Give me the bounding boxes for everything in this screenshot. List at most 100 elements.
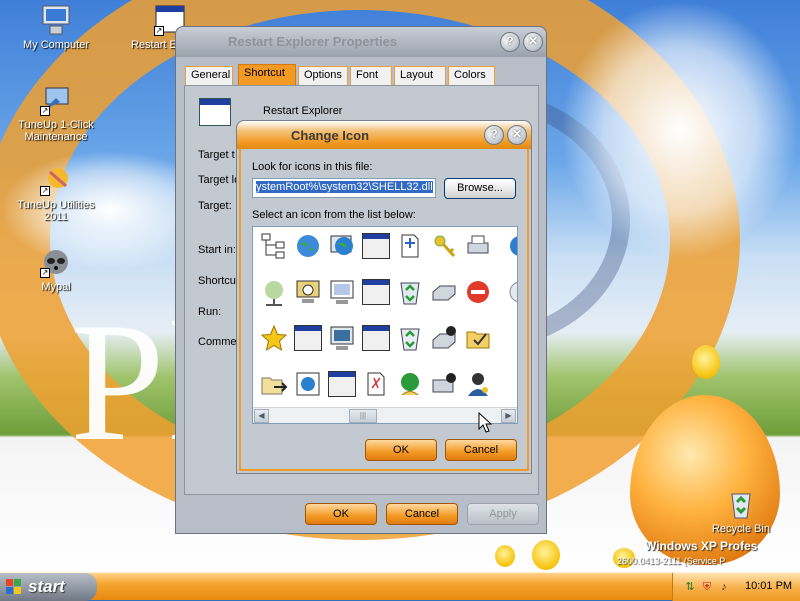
start-in-label: Start in: [198,244,236,256]
ok-button[interactable]: OK [365,439,437,461]
mouse-cursor-icon [478,412,492,433]
window-tiles-icon[interactable] [359,275,393,309]
wallpaper-cloud [560,0,800,260]
no-entry-icon[interactable] [461,275,495,309]
folder-check-icon[interactable] [461,321,495,355]
shortcut-arrow-icon: ↗ [40,106,50,116]
network-tray-icon[interactable]: ⇅ [683,580,697,594]
shortcut-arrow-icon: ↗ [40,186,50,196]
partial2-icon[interactable] [495,367,517,401]
window-gear-icon[interactable] [291,321,325,355]
ok-button[interactable]: OK [305,503,377,525]
scroll-right-button[interactable]: ▶ [501,409,516,423]
monitor-cd-icon[interactable] [291,275,325,309]
help-button[interactable]: ? [500,32,520,52]
volume-icon[interactable]: ♪ [717,580,731,594]
close-button[interactable]: ✕ [507,125,527,145]
apply-button[interactable]: Apply [467,503,539,525]
window-grid-icon[interactable] [325,367,359,401]
cancel-button[interactable]: Cancel [386,503,458,525]
properties-title: Restart Explorer Properties [228,34,398,49]
system-tray: ⇅ ⛨ ♪ 10:01 PM [672,573,800,601]
desktop-icon-tuneup-maintenance[interactable]: ↗ TuneUp 1-Click Maintenance [16,84,96,143]
cancel-button[interactable]: Cancel [445,439,517,461]
recycle-bin-icon [725,488,757,520]
recycle-empty-icon[interactable] [393,321,427,355]
look-for-label: Look for icons in this file: [252,161,373,173]
drive-icon[interactable] [427,275,461,309]
raccoon-icon: ↗ [40,246,72,278]
desktop-icon-label: My Computer [22,39,90,51]
browse-button[interactable]: Browse... [444,178,516,199]
tab-general[interactable]: General [185,66,233,85]
drive-check-icon[interactable] [427,321,461,355]
clock[interactable]: 10:01 PM [745,580,792,592]
tab-layout[interactable]: Layout [394,66,446,85]
icon-file-input[interactable]: ystemRoot%\system32\SHELL32.dll [252,178,436,198]
shortcut-arrow-icon: ↗ [40,268,50,278]
computer-icon [40,4,72,36]
keys-icon[interactable] [427,229,461,263]
chick-image [532,540,560,570]
target-type-label: Target t [198,149,235,161]
windows-flag-icon [6,579,22,594]
start-button[interactable]: start [0,573,97,601]
desktop-icon-recycle-bin[interactable]: Recycle Bin [701,488,781,535]
monitor-window-icon[interactable] [325,275,359,309]
tab-font[interactable]: Font [350,66,392,85]
target-label: Target: [198,200,232,212]
desktop-icon-label: TuneUp Utilities 2011 [17,199,95,223]
chick-image [692,345,720,379]
desktop-icon-my-computer[interactable]: My Computer [16,4,96,51]
shortcut-key-label: Shortcu [198,275,236,287]
change-icon-titlebar[interactable]: Change Icon ? ✕ [237,121,531,149]
scroll-left-button[interactable]: ◀ [254,409,269,423]
desktop-icon-label: Mypal [41,281,71,293]
shortcut-arrow-icon: ↗ [154,26,164,36]
globe-icon[interactable] [291,229,325,263]
close-button[interactable]: ✕ [523,32,543,52]
sparkle-file-icon[interactable] [359,367,393,401]
printer-icon[interactable] [461,229,495,263]
chick-image [495,545,515,567]
window-list-icon[interactable] [359,229,393,263]
properties-titlebar[interactable]: Restart Explorer Properties ? ✕ [176,27,546,57]
scroll-thumb[interactable]: ||| [349,409,377,423]
sparkle-doc-icon[interactable] [393,229,427,263]
monitor-icon[interactable] [325,321,359,355]
tab-options[interactable]: Options [298,66,348,85]
tab-colors[interactable]: Colors [448,66,495,85]
start-label: start [28,577,65,596]
shortcut-name: Restart Explorer [263,105,343,117]
help-button[interactable]: ? [484,125,504,145]
network-globe-icon[interactable] [325,229,359,263]
tuneup-maintenance-icon: ↗ [40,84,72,116]
taskbar: start ⇅ ⛨ ♪ 10:01 PM [0,572,800,601]
network-tree-icon[interactable] [257,229,291,263]
run-label: Run: [198,306,222,318]
tuneup-utilities-icon: ↗ [40,164,72,196]
desktop-icon-label: TuneUp 1-Click Maintenance [18,119,94,143]
globe-network-icon[interactable] [257,275,291,309]
network-check-icon[interactable] [427,367,461,401]
partial-icon[interactable] [495,321,517,355]
picture-globe-icon[interactable] [291,367,325,401]
desktop-icon-label: Recycle Bin [711,523,771,535]
folder-arrow-icon[interactable] [257,367,291,401]
globe-partial-icon[interactable] [495,229,517,263]
select-icon-label: Select an icon from the list below: [252,209,416,221]
world-share-icon[interactable] [393,367,427,401]
user-icon[interactable] [461,367,495,401]
change-icon-title: Change Icon [291,128,370,143]
disc-partial-icon[interactable] [495,275,517,309]
recycle-full-icon[interactable] [393,275,427,309]
desktop-icon-tuneup-utilities[interactable]: ↗ TuneUp Utilities 2011 [16,164,96,223]
tab-shortcut[interactable]: Shortcut [238,64,296,86]
star-icon[interactable] [257,321,291,355]
desktop-icon-mypal[interactable]: ↗ Mypal [16,246,96,293]
icon-file-value: ystemRoot%\system32\SHELL32.dll [256,181,433,193]
shortcut-icon [199,98,231,126]
icon-list[interactable]: ◀ ||| ▶ [252,226,518,424]
window-stack-icon[interactable] [359,321,393,355]
security-shield-icon[interactable]: ⛨ [700,580,714,594]
